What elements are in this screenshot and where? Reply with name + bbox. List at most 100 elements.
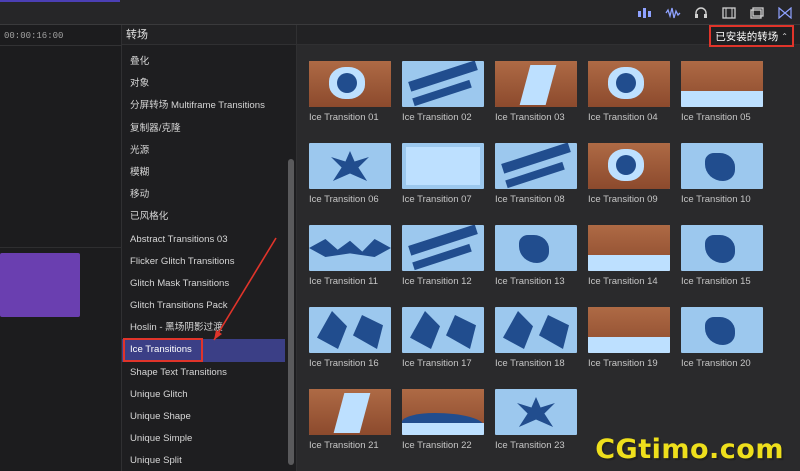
transition-grid: Ice Transition 01 Ice Transition 02 Ice Tr… (309, 61, 763, 461)
transition-tile[interactable]: Ice Transition 05 (681, 61, 763, 133)
installed-transitions-dropdown[interactable]: 已安装的转场 ⌃ (709, 25, 794, 47)
transition-label: Ice Transition 18 (495, 358, 565, 369)
transition-tile[interactable]: Ice Transition 13 (495, 225, 577, 297)
category-item[interactable]: 对象 (122, 73, 285, 95)
transition-thumbnail (588, 143, 670, 189)
audio-meter-icon[interactable] (636, 5, 654, 21)
toolbar-icons (636, 4, 794, 21)
transition-label: Ice Transition 08 (495, 194, 565, 205)
category-item[interactable]: Shape Text Transitions (122, 362, 285, 384)
timeline-panel: 00:00:16:00 (0, 25, 122, 471)
category-item[interactable]: 模糊 (122, 162, 285, 184)
transition-thumbnail (402, 143, 484, 189)
track-divider (0, 247, 122, 248)
transition-thumbnail (495, 61, 577, 107)
transition-label: Ice Transition 07 (402, 194, 472, 205)
transition-thumbnail (402, 389, 484, 435)
transition-tile[interactable]: Ice Transition 12 (402, 225, 484, 297)
transition-tile[interactable]: Ice Transition 20 (681, 307, 763, 379)
chevron-updown-icon: ⌃ (781, 31, 788, 41)
transition-thumbnail (495, 143, 577, 189)
timecode: 00:00:16:00 (4, 31, 64, 41)
transition-label: Ice Transition 23 (495, 440, 565, 451)
transition-tile[interactable]: Ice Transition 03 (495, 61, 577, 133)
transition-tile[interactable]: Ice Transition 15 (681, 225, 763, 297)
transition-tile[interactable]: Ice Transition 06 (309, 143, 391, 215)
transition-label: Ice Transition 05 (681, 112, 751, 123)
transition-tile[interactable]: Ice Transition 22 (402, 389, 484, 461)
transition-thumbnail (681, 143, 763, 189)
transition-tile[interactable]: Ice Transition 23 (495, 389, 577, 461)
transition-tile[interactable]: Ice Transition 08 (495, 143, 577, 215)
transition-tile[interactable]: Ice Transition 04 (588, 61, 670, 133)
transition-label: Ice Transition 16 (309, 358, 379, 369)
transition-thumbnail (402, 225, 484, 271)
transition-label: Ice Transition 17 (402, 358, 472, 369)
category-item[interactable]: 复制器/克隆 (122, 118, 285, 140)
sidebar-title: 转场 (122, 25, 296, 45)
transition-label: Ice Transition 19 (588, 358, 658, 369)
transition-tile[interactable]: Ice Transition 17 (402, 307, 484, 379)
transition-tile[interactable]: Ice Transition 02 (402, 61, 484, 133)
transition-label: Ice Transition 06 (309, 194, 379, 205)
transition-tile[interactable]: Ice Transition 09 (588, 143, 670, 215)
category-item[interactable]: Glitch Mask Transitions (122, 273, 285, 295)
transition-thumbnail (495, 225, 577, 271)
category-item[interactable]: 光源 (122, 140, 285, 162)
transition-tile[interactable]: Ice Transition 18 (495, 307, 577, 379)
transition-thumbnail (309, 143, 391, 189)
category-item[interactable]: 移动 (122, 184, 285, 206)
transition-thumbnail (681, 225, 763, 271)
category-item[interactable]: 分屏转场 Multiframe Transitions (122, 95, 285, 117)
window-icon[interactable] (748, 5, 766, 21)
category-item[interactable]: Hoslin - 黑场阴影过渡 (122, 317, 285, 339)
transition-thumbnail (681, 307, 763, 353)
accent-line (0, 0, 120, 2)
transition-label: Ice Transition 04 (588, 112, 658, 123)
category-item[interactable]: Unique Shape (122, 406, 285, 428)
ruler-divider (0, 45, 122, 46)
transition-thumbnail (402, 61, 484, 107)
transition-tile[interactable]: Ice Transition 19 (588, 307, 670, 379)
transition-tile[interactable]: Ice Transition 07 (402, 143, 484, 215)
category-item[interactable]: 叠化 (122, 51, 285, 73)
category-item[interactable]: Unique Split (122, 450, 285, 471)
transition-thumbnail (495, 307, 577, 353)
transition-label: Ice Transition 02 (402, 112, 472, 123)
timeline-clip[interactable] (0, 253, 80, 317)
bowtie-icon[interactable] (776, 5, 794, 21)
transition-label: Ice Transition 01 (309, 112, 379, 123)
transition-tile[interactable]: Ice Transition 10 (681, 143, 763, 215)
transition-thumbnail (309, 61, 391, 107)
transition-label: Ice Transition 20 (681, 358, 751, 369)
transition-thumbnail (309, 307, 391, 353)
transition-label: Ice Transition 21 (309, 440, 379, 451)
sidebar-scrollbar[interactable] (288, 159, 294, 465)
transition-thumbnail (588, 61, 670, 107)
transition-label: Ice Transition 12 (402, 276, 472, 287)
transition-tile[interactable]: Ice Transition 11 (309, 225, 391, 297)
transition-tile[interactable]: Ice Transition 16 (309, 307, 391, 379)
waveform-icon[interactable] (664, 5, 682, 21)
transition-label: Ice Transition 14 (588, 276, 658, 287)
headphones-icon[interactable] (692, 5, 710, 21)
transition-tile[interactable]: Ice Transition 21 (309, 389, 391, 461)
category-item[interactable]: 已风格化 (122, 206, 285, 228)
category-item[interactable]: Unique Simple (122, 428, 285, 450)
watermark: CGtimo.com (595, 434, 784, 465)
top-toolbar (0, 0, 800, 25)
transition-thumbnail (681, 61, 763, 107)
browser-header: 已安装的转场 ⌃ (297, 25, 800, 47)
transition-tile[interactable]: Ice Transition 01 (309, 61, 391, 133)
category-item[interactable]: Abstract Transitions 03 (122, 229, 285, 251)
category-item[interactable]: Flicker Glitch Transitions (122, 251, 285, 273)
category-item[interactable]: Unique Glitch (122, 384, 285, 406)
transition-thumbnail (309, 389, 391, 435)
category-item[interactable]: Glitch Transitions Pack (122, 295, 285, 317)
filmstrip-icon[interactable] (720, 5, 738, 21)
transition-thumbnail (588, 307, 670, 353)
transitions-sidebar: 转场 叠化 对象 分屏转场 Multiframe Transitions 复制器/克隆… (122, 25, 297, 471)
category-list: 叠化 对象 分屏转场 Multiframe Transitions 复制器/克隆 光源模… (122, 51, 285, 471)
transition-label: Ice Transition 10 (681, 194, 751, 205)
transition-tile[interactable]: Ice Transition 14 (588, 225, 670, 297)
